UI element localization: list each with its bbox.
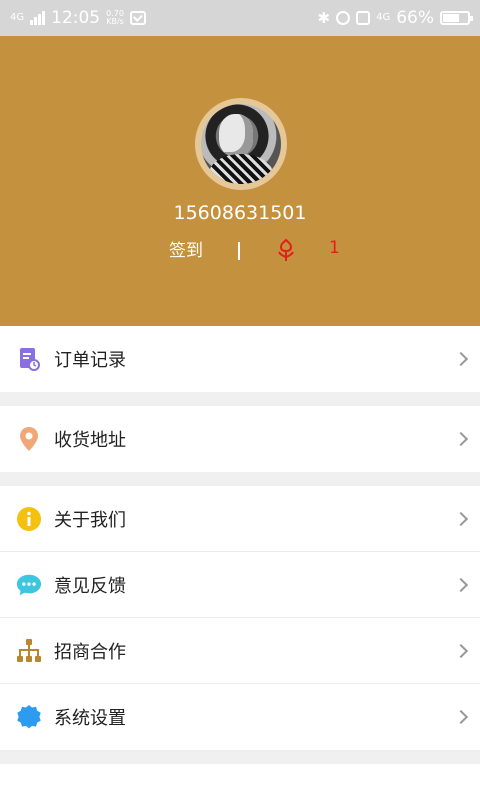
mute-icon — [356, 11, 371, 25]
status-bar: 4G 12:05 0.70 KB/s ✱ 4G 66% — [0, 0, 480, 36]
menu-item-feedback[interactable]: 意见反馈 — [0, 552, 480, 618]
user-phone: 15608631501 — [173, 202, 307, 224]
gear-icon — [16, 704, 42, 730]
clock: 12:05 — [51, 8, 101, 28]
menu-label: 订单记录 — [54, 350, 126, 371]
flower-count: 1 — [329, 238, 340, 258]
signin-button[interactable]: 签到 — [169, 236, 203, 261]
menu-label: 收货地址 — [54, 430, 126, 451]
profile-header: 15608631501 签到 1 — [0, 36, 480, 326]
menu-item-orders[interactable]: 订单记录 — [0, 326, 480, 392]
chevron-right-icon — [453, 511, 469, 526]
signal-icon — [30, 11, 46, 25]
menu-group-misc: 关于我们 意见反馈 招商合作 系统设置 — [0, 486, 480, 750]
menu-label: 关于我们 — [54, 509, 126, 531]
battery-icon — [440, 11, 473, 25]
order-record-icon — [16, 346, 42, 372]
menu-item-cooperation[interactable]: 招商合作 — [0, 618, 480, 684]
signin-row: 签到 1 — [0, 236, 480, 266]
avatar-frame[interactable] — [195, 98, 287, 190]
chevron-right-icon — [453, 431, 469, 447]
org-chart-icon — [16, 638, 42, 664]
info-icon — [16, 506, 42, 532]
chevron-right-icon — [453, 643, 469, 658]
location-pin-icon — [16, 426, 42, 452]
chevron-right-icon — [453, 351, 469, 367]
message-icon — [129, 11, 146, 25]
network-type-right: 4G — [376, 12, 391, 23]
speed-unit: KB/s — [106, 17, 124, 26]
alarm-icon — [336, 11, 351, 25]
menu-label: 意见反馈 — [54, 575, 126, 597]
chevron-right-icon — [453, 577, 469, 592]
menu-label: 招商合作 — [54, 641, 126, 663]
menu-group-orders: 订单记录 — [0, 326, 480, 392]
bluetooth-icon: ✱ — [317, 9, 331, 27]
avatar[interactable] — [201, 104, 281, 184]
menu-item-settings[interactable]: 系统设置 — [0, 684, 480, 750]
bottom-spacer — [0, 764, 480, 800]
menu-item-address[interactable]: 收货地址 — [0, 406, 480, 472]
menu-item-about[interactable]: 关于我们 — [0, 486, 480, 552]
divider — [238, 242, 240, 260]
network-type: 4G — [10, 12, 25, 23]
chat-bubble-icon — [16, 572, 42, 598]
flower-icon[interactable] — [275, 238, 297, 262]
battery-text: 66% — [396, 8, 434, 28]
chevron-right-icon — [453, 709, 469, 725]
menu-group-address: 收货地址 — [0, 406, 480, 472]
menu-label: 系统设置 — [54, 708, 126, 729]
